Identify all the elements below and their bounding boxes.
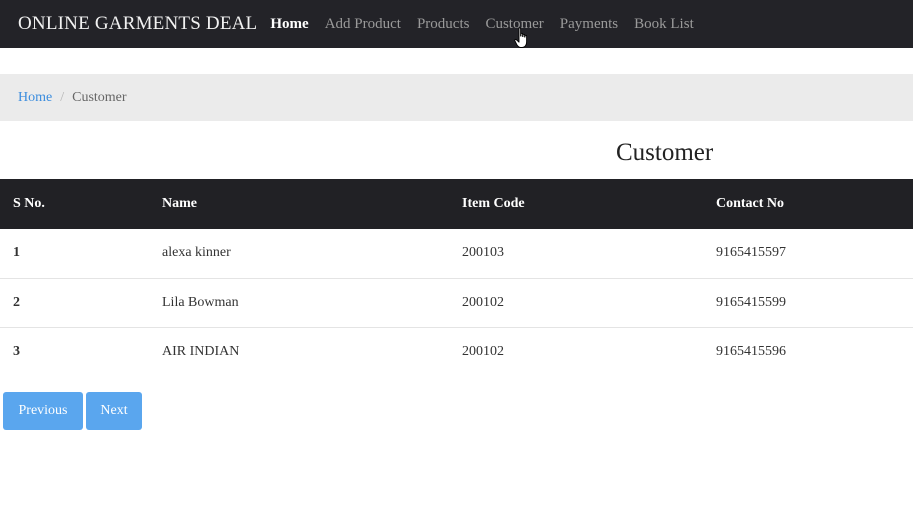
top-navbar: ONLINE GARMENTS DEAL Home Add Product Pr… — [0, 0, 913, 48]
hand-pointer-icon — [514, 27, 528, 48]
breadcrumb-home-link[interactable]: Home — [18, 90, 52, 106]
breadcrumb-separator: / — [60, 89, 65, 105]
cell-sno: 2 — [13, 294, 20, 310]
page: ONLINE GARMENTS DEAL Home Add Product Pr… — [0, 0, 913, 512]
table-body: 1 alexa kinner 200103 9165415597 2 Lila … — [0, 229, 913, 376]
previous-button[interactable]: Previous — [3, 392, 83, 430]
breadcrumb-current: Customer — [72, 89, 127, 105]
table-header-row: S No. Name Item Code Contact No — [0, 179, 913, 229]
customer-table-wrapper: S No. Name Item Code Contact No 1 alexa … — [0, 179, 913, 376]
pagination: Previous Next — [3, 392, 145, 430]
breadcrumb: Home / Customer — [0, 74, 913, 121]
cell-item-code: 200103 — [462, 245, 504, 261]
table-row: 3 AIR INDIAN 200102 9165415596 — [0, 327, 913, 376]
cell-sno: 3 — [13, 343, 20, 359]
nav-links: Home Add Product Products Customer Payme… — [270, 16, 709, 33]
nav-add-product[interactable]: Add Product — [325, 16, 401, 33]
table-row: 2 Lila Bowman 200102 9165415599 — [0, 278, 913, 327]
customer-table: S No. Name Item Code Contact No 1 alexa … — [0, 179, 913, 376]
cell-item-code: 200102 — [462, 343, 504, 359]
column-header-name: Name — [162, 196, 197, 211]
table-row: 1 alexa kinner 200103 9165415597 — [0, 229, 913, 278]
cell-sno: 1 — [13, 245, 20, 261]
cell-item-code: 200102 — [462, 294, 504, 310]
page-title: Customer — [616, 139, 714, 166]
cell-name: alexa kinner — [162, 245, 231, 261]
nav-book-list[interactable]: Book List — [634, 16, 694, 33]
nav-home[interactable]: Home — [270, 16, 308, 33]
cell-contact-no: 9165415597 — [716, 245, 786, 261]
cell-name: AIR INDIAN — [162, 343, 240, 359]
nav-products[interactable]: Products — [417, 16, 470, 33]
nav-payments[interactable]: Payments — [560, 16, 618, 33]
cell-contact-no: 9165415599 — [716, 294, 786, 310]
cell-contact-no: 9165415596 — [716, 343, 786, 359]
table-header: S No. Name Item Code Contact No — [0, 179, 913, 229]
column-header-sno: S No. — [13, 196, 45, 211]
column-header-item-code: Item Code — [462, 196, 525, 211]
column-header-contact-no: Contact No — [716, 196, 785, 211]
next-button[interactable]: Next — [86, 392, 142, 430]
brand-logo[interactable]: ONLINE GARMENTS DEAL — [18, 13, 257, 35]
cell-name: Lila Bowman — [162, 294, 239, 310]
